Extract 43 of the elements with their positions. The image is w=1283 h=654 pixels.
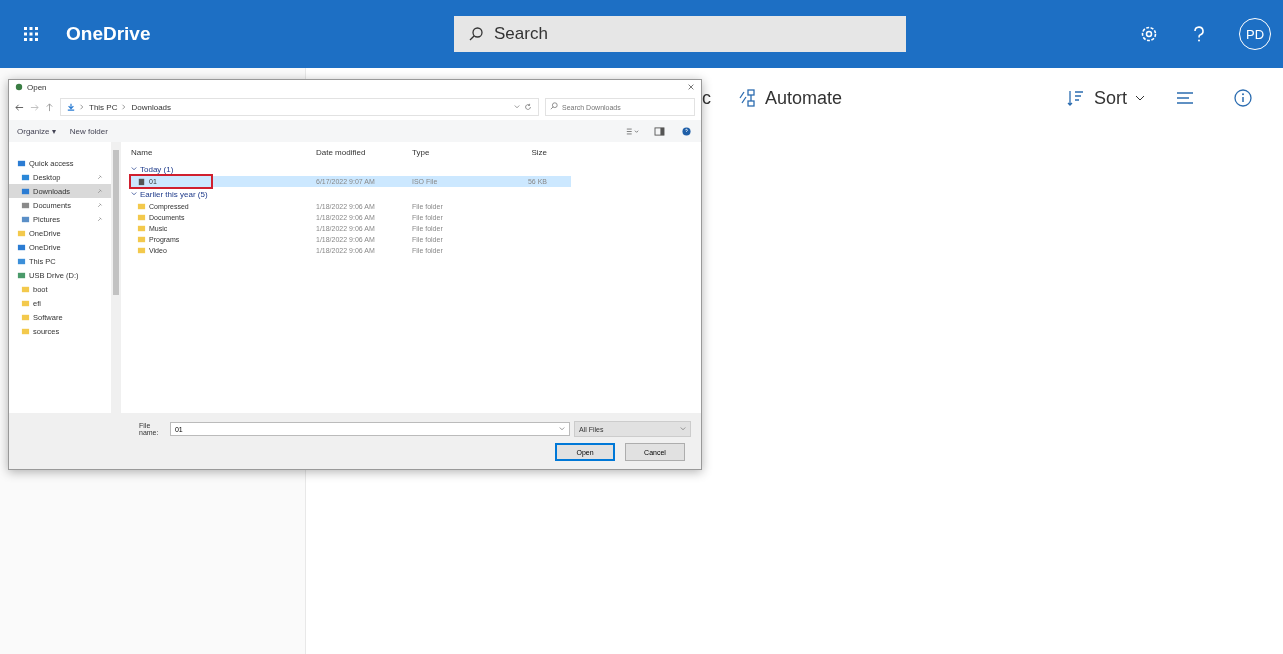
automate-button[interactable]: Automate — [733, 83, 847, 113]
download-icon — [67, 103, 75, 111]
column-header[interactable]: Type — [412, 147, 497, 157]
flow-icon — [737, 88, 757, 108]
view-icon[interactable] — [626, 126, 639, 136]
column-header[interactable]: Date modified — [316, 147, 412, 157]
close-icon[interactable] — [687, 83, 695, 91]
back-icon[interactable] — [15, 102, 24, 112]
info-icon[interactable] — [1233, 88, 1253, 108]
group-header[interactable]: Earlier this year (5) — [140, 189, 208, 199]
caret-icon — [680, 426, 686, 432]
refresh-icon[interactable] — [524, 103, 532, 111]
preview-pane-icon[interactable] — [653, 126, 666, 136]
dialog-app-icon — [15, 83, 23, 91]
caret-icon[interactable] — [558, 426, 565, 432]
app-launcher-icon[interactable] — [24, 27, 38, 41]
search-icon — [468, 26, 484, 42]
dialog-title: Open — [27, 82, 47, 92]
sort-icon — [1066, 88, 1086, 108]
breadcrumb-item[interactable]: This PC — [89, 102, 118, 112]
caret-icon — [1135, 95, 1145, 101]
chevron-right-icon — [121, 104, 128, 110]
search-icon — [550, 102, 558, 110]
column-header[interactable]: Size — [497, 147, 547, 157]
column-header[interactable]: Name — [131, 147, 316, 157]
file-type-icon — [137, 177, 146, 186]
help-icon[interactable] — [680, 126, 693, 136]
breadcrumb-item[interactable]: Downloads — [131, 102, 172, 112]
caret-icon[interactable] — [131, 191, 137, 197]
caret-icon[interactable] — [131, 166, 137, 172]
scrollbar[interactable] — [111, 142, 121, 413]
sort-button[interactable]: Sort — [1062, 83, 1149, 113]
settings-icon[interactable] — [1139, 24, 1159, 44]
up-icon[interactable] — [45, 102, 54, 112]
address-bar[interactable]: This PC Downloads — [60, 98, 539, 116]
group-header[interactable]: Today (1) — [140, 164, 174, 174]
new-folder-button[interactable]: New folder — [69, 126, 108, 136]
caret-icon[interactable] — [514, 104, 520, 110]
chevron-right-icon — [79, 104, 85, 110]
command-text[interactable]: c — [702, 87, 711, 109]
organize-menu[interactable]: Organize ▾ — [17, 126, 56, 136]
search-field[interactable]: Search — [454, 16, 906, 52]
app-name[interactable]: OneDrive — [66, 23, 151, 45]
